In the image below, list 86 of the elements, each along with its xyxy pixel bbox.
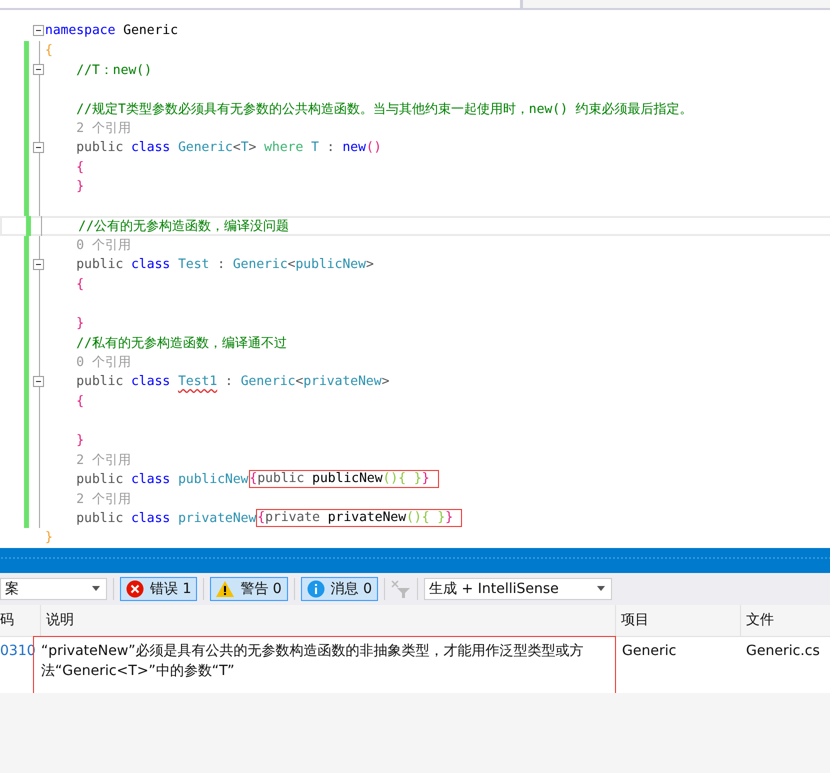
code-token: //私有的无参构造函数，编译通不过 — [75, 334, 287, 352]
code-token: () — [366, 140, 382, 156]
column-header[interactable]: 项目 — [615, 604, 740, 636]
code-token: { — [75, 394, 84, 409]
code-token: Generic — [123, 23, 178, 38]
collapse-icon[interactable] — [33, 64, 44, 75]
source-dropdown[interactable]: 生成 + IntelliSense — [424, 578, 612, 600]
code-token: //规定T类型参数必须具有无参数的公共构造函数。当与其他约束一起使用时，new() 约束必须最后指定。 — [75, 100, 693, 118]
code-token: public — [75, 140, 124, 156]
code-token: Generic — [240, 374, 296, 390]
code-token: class — [131, 510, 172, 526]
code-token: () — [406, 510, 422, 526]
code-token: } — [75, 432, 84, 448]
code-token: Test — [178, 257, 210, 272]
dropdown-caret-icon — [597, 586, 606, 591]
error-underlined-code-token: Test1 — [178, 374, 218, 390]
code-token: 2 个引用 — [75, 452, 131, 469]
code-token: 0 个引用 — [75, 237, 131, 254]
code-token: public — [75, 510, 124, 526]
code-token: } — [437, 510, 446, 526]
code-token: publicNew — [178, 472, 249, 487]
code-token: > — [382, 374, 390, 390]
code-token: : — [224, 374, 234, 390]
filter-button[interactable]: 警告 0 — [210, 576, 288, 600]
code-token: public — [75, 257, 124, 272]
error-icon — [126, 580, 144, 598]
warning-icon — [216, 580, 234, 596]
code-token: class — [131, 257, 172, 272]
code-token: { — [422, 510, 431, 526]
code-token: privateNew — [178, 510, 256, 526]
code-token: public — [75, 472, 124, 487]
code-token: { } — [398, 471, 422, 488]
code-token: class — [131, 472, 172, 487]
code-token: privateNew — [328, 510, 406, 526]
code-token: Generic — [232, 257, 288, 272]
code-token: 2 个引用 — [75, 490, 131, 508]
code-token: new — [342, 140, 366, 156]
code-token: T — [311, 140, 319, 156]
code-token: class — [131, 140, 172, 156]
collapse-icon[interactable] — [33, 376, 44, 387]
code-token: { — [75, 160, 84, 175]
code-token: { — [75, 276, 84, 292]
column-header[interactable]: 文件 — [740, 604, 830, 636]
collapse-icon[interactable] — [33, 259, 44, 270]
project-cell-text: Generic — [621, 642, 678, 660]
code-token: < — [232, 140, 241, 156]
filter-button[interactable]: 错误 1 — [120, 576, 198, 600]
code-token: privateNew — [303, 374, 382, 390]
code-token: { — [257, 510, 266, 526]
scope-dropdown[interactable]: 案 — [0, 578, 107, 600]
column-header[interactable]: 说明 — [40, 604, 615, 636]
code-token: () — [382, 471, 398, 488]
code-token: class — [131, 374, 172, 390]
code-token: } — [75, 316, 84, 331]
code-token: //T：new() — [75, 62, 152, 79]
code-token: publicNew — [295, 257, 366, 272]
code-token: : — [216, 257, 226, 272]
code-token: } — [75, 179, 84, 194]
code-token: { — [250, 471, 258, 488]
code-token: public — [75, 374, 124, 390]
code-token: < — [295, 374, 304, 390]
code-token: > — [248, 140, 258, 156]
code-token: namespace — [45, 23, 116, 38]
collapse-icon[interactable] — [33, 25, 44, 36]
collapse-icon[interactable] — [33, 142, 44, 153]
code-token: T — [240, 140, 249, 156]
filter-button[interactable]: 消息 0 — [300, 576, 378, 600]
code-token: publicNew — [312, 471, 383, 488]
code-token: } — [422, 471, 430, 488]
code-token: } — [45, 530, 53, 546]
dropdown-caret-icon — [92, 586, 100, 591]
code-token: //公有的无参构造函数，编译没问题 — [77, 218, 289, 235]
code-token: < — [288, 257, 296, 272]
code-token: Generic — [178, 140, 233, 156]
column-header[interactable]: 码 — [0, 604, 40, 636]
code-token: private — [265, 510, 321, 526]
code-token: } — [445, 510, 454, 526]
code-token: : — [326, 140, 336, 156]
code-token: 0 个引用 — [75, 354, 131, 372]
file-cell-text: Generic.cs — [745, 642, 821, 660]
code-token: > — [366, 257, 374, 272]
code-token: { — [45, 42, 53, 58]
code-token: where — [264, 140, 304, 156]
code-token: 2 个引用 — [75, 120, 131, 138]
info-icon — [306, 580, 325, 598]
code-token: public — [257, 471, 306, 488]
